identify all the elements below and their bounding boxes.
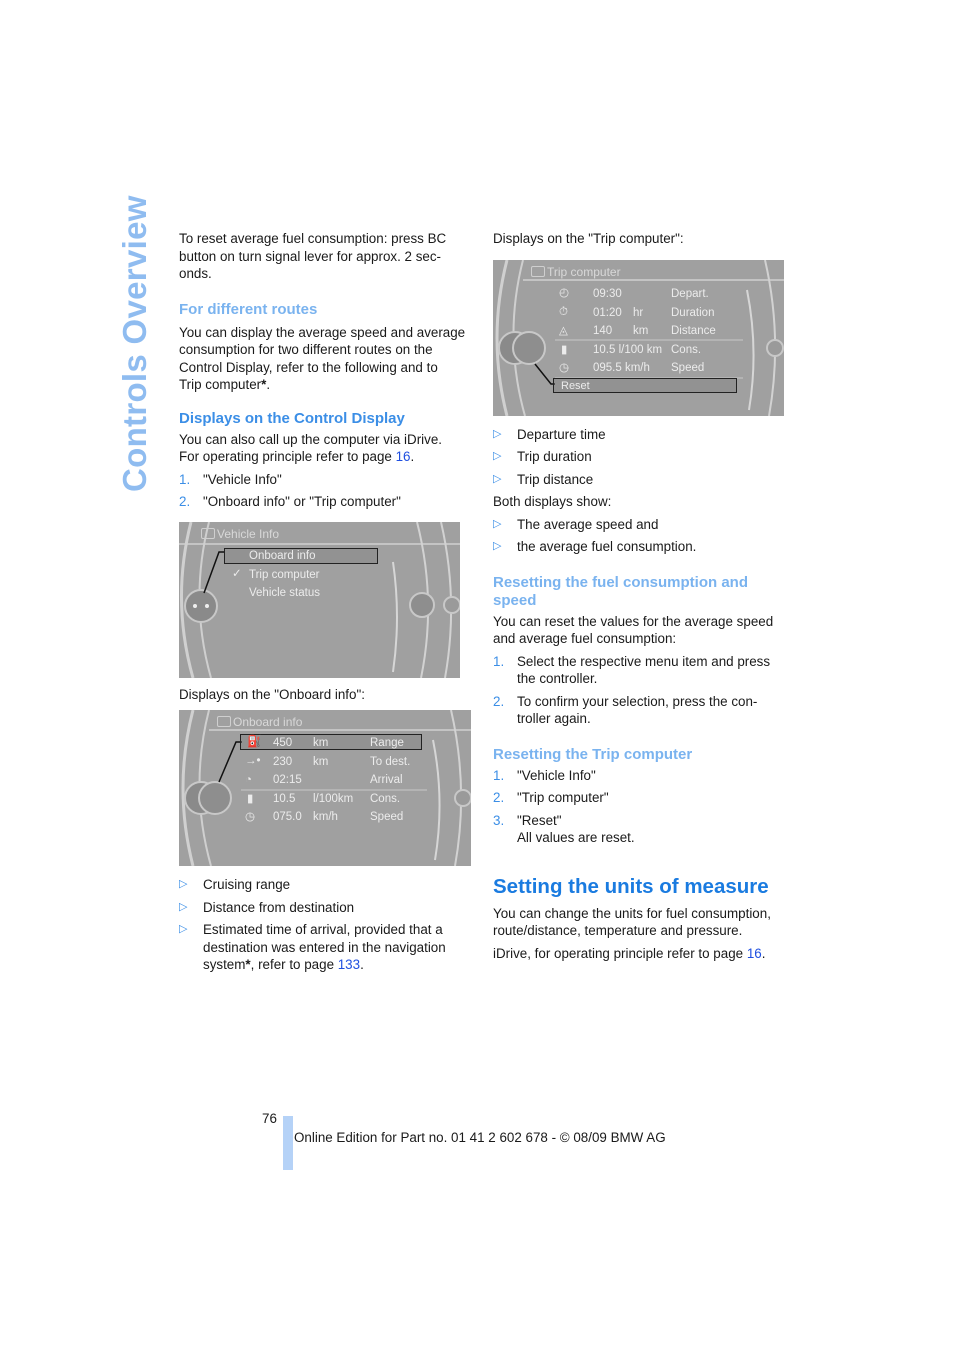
bullet-item: ▷ Cruising range [179, 877, 291, 892]
clock-icon: ◔ [245, 774, 252, 786]
bullet-triangle-icon: ▷ [493, 517, 502, 530]
bullet-item: ▷ Trip duration [493, 449, 592, 464]
section-side-title: Controls Overview [116, 195, 153, 492]
list-item: 2. "Onboard info" or "Trip computer" [179, 494, 401, 509]
screen-title: Onboard info [233, 715, 303, 729]
arrow-destination-icon: →• [245, 755, 261, 767]
bullet-triangle-icon: ▷ [493, 450, 502, 462]
footer-edition-text: Online Edition for Part no. 01 41 2 602 … [294, 1130, 666, 1145]
departure-clock-icon: ◴ [559, 286, 570, 299]
bullet-triangle-icon: ▷ [493, 540, 502, 552]
fuel-consumption-icon: ▮ [561, 343, 568, 356]
onboard-info-screenshot: Onboard info ⛽ 450 km Range →• 230 km To… [179, 710, 471, 866]
heading-resetting-fuel-consumption: Resetting the fuel consumption and speed [493, 573, 749, 609]
routes-paragraph: You can display the average speed and av… [179, 324, 466, 393]
screen-title: Trip computer [547, 264, 621, 279]
bullet-item: ▷ Distance from destination [179, 899, 355, 915]
bullet-triangle-icon: ▷ [493, 472, 502, 485]
bullet-item: ▷ The average speed and [493, 516, 659, 532]
list-item: 2. To confirm your selection, press the … [493, 693, 758, 727]
vehicle-info-screenshot: Vehicle Info Onboard info ✓ Trip compute… [179, 521, 471, 678]
car-icon [201, 527, 215, 539]
both-displays-text: Both displays show: [493, 494, 612, 509]
stopwatch-icon: ⏱ [559, 305, 568, 318]
list-item: 2. "Trip computer" [493, 790, 609, 805]
car-icon [531, 265, 545, 277]
right-column: Displays on the "Trip computer": Trip co… [493, 230, 785, 962]
bullet-triangle-icon: ▷ [179, 923, 188, 935]
reset-fuel-intro: You can reset the values for the average… [493, 613, 774, 647]
trip-caption: Displays on the "Trip computer": [493, 231, 684, 246]
onboard-caption: Displays on the "Onboard info": [179, 686, 365, 702]
list-item: 1. "Vehicle Info" [493, 767, 596, 783]
trip-computer-screenshot: Trip computer ◴ 09:30 Depart. ⏱ 01:20 hr… [493, 259, 784, 416]
footer-accent-bar [283, 1116, 293, 1170]
page-number: 76 [262, 1111, 277, 1126]
bullet-item: ▷ Departure time [493, 426, 606, 442]
list-item: 1. Select the respective menu item and p… [493, 653, 771, 687]
bullet-triangle-icon: ▷ [493, 427, 502, 440]
bullet-item: ▷ Trip distance [493, 471, 594, 487]
page-link-133[interactable]: 133 [338, 957, 360, 972]
menu-item-vehicle-status[interactable]: Vehicle status [249, 585, 320, 603]
list-item: 3. "Reset" All values are reset. [493, 812, 635, 846]
bullet-item: ▷ Estimated time of arrival, provided th… [179, 922, 446, 972]
bullet-item: ▷ the average fuel consumption. [493, 539, 697, 554]
units-paragraph: You can change the units for fuel consum… [493, 905, 771, 939]
intro-paragraph: To reset average fuel consumption: press… [179, 231, 447, 281]
list-item: 1. "Vehicle Info" [179, 471, 282, 487]
screen-title: Vehicle Info [217, 526, 280, 541]
menu-item-trip-computer[interactable]: Trip computer [249, 567, 320, 585]
heading-displays-control-display: Displays on the Control Display [179, 409, 405, 427]
heading-for-different-routes: For different routes [179, 300, 318, 318]
heading-resetting-trip-computer: Resetting the Trip computer [493, 745, 693, 763]
checkmark-icon: ✓ [232, 567, 242, 580]
reset-menu-item[interactable]: Reset [561, 378, 590, 396]
bullet-triangle-icon: ▷ [179, 900, 188, 913]
speedometer-icon: ◷ [559, 361, 570, 374]
fuel-consumption-icon: ▮ [247, 793, 254, 805]
units-idrive-paragraph: iDrive, for operating principle refer to… [493, 945, 766, 961]
heading-setting-units: Setting the units of measure [493, 874, 769, 898]
bullet-triangle-icon: ▷ [179, 878, 188, 890]
page-link-16[interactable]: 16 [747, 946, 762, 961]
left-column: To reset average fuel consumption: press… [179, 230, 471, 974]
screen-frame-graphic [179, 521, 471, 678]
display-paragraph: You can also call up the computer via iD… [179, 431, 442, 465]
car-icon [217, 716, 231, 727]
menu-item-onboard-info[interactable]: Onboard info [249, 548, 316, 566]
speedometer-icon: ◷ [245, 811, 256, 823]
fuel-pump-icon: ⛽ [247, 736, 262, 748]
distance-icon: ◬ [559, 324, 568, 337]
page-link-16[interactable]: 16 [396, 449, 411, 464]
